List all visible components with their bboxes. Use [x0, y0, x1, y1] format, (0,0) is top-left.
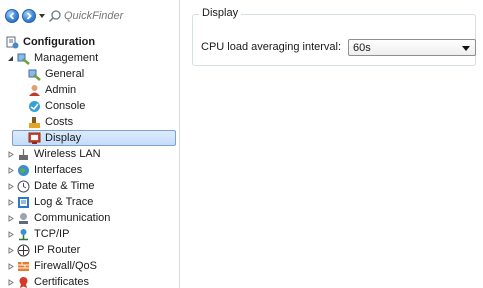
- expand-triangle-icon[interactable]: [6, 166, 14, 174]
- tree-item-label: Interfaces: [34, 164, 83, 176]
- tree-item-label: TCP/IP: [34, 228, 70, 240]
- tree-item-label: Configuration: [23, 36, 96, 48]
- general-icon: [28, 69, 41, 81]
- tree-item-wireless-lan[interactable]: Wireless LAN: [0, 146, 180, 162]
- tree-item-label: Wireless LAN: [34, 148, 101, 160]
- communication-icon: [19, 212, 28, 224]
- tree-item-display[interactable]: Display: [12, 130, 176, 146]
- tree-item-label: General: [45, 68, 85, 80]
- config-tree: Configuration Management General Admin C…: [0, 34, 180, 288]
- quickfinder-search[interactable]: [48, 7, 160, 25]
- log-icon: [18, 196, 29, 208]
- app-window: Configuration Management General: [0, 0, 483, 288]
- expand-triangle-icon[interactable]: [6, 198, 14, 206]
- back-arrow-icon: [9, 12, 15, 20]
- expand-triangle-icon[interactable]: [6, 230, 14, 238]
- tree-item-label: Admin: [45, 84, 77, 96]
- tree-item-label: Firewall/QoS: [34, 260, 97, 272]
- tree-item-certificates[interactable]: Certificates: [0, 274, 180, 288]
- expand-triangle-icon[interactable]: [6, 246, 14, 254]
- tree-item-admin[interactable]: Admin: [0, 82, 180, 98]
- tree-item-communication[interactable]: Communication: [0, 210, 180, 226]
- navigation-toolbar: [0, 0, 180, 30]
- tree-item-label: Management: [34, 52, 99, 64]
- tree-item-general[interactable]: General: [0, 66, 180, 82]
- tree-item-firewall-qos[interactable]: Firewall/QoS: [0, 258, 180, 274]
- display-groupbox: Display CPU load averaging interval: 60s: [192, 7, 476, 66]
- expand-triangle-icon[interactable]: [6, 262, 14, 270]
- quickfinder-input[interactable]: [64, 10, 154, 22]
- content-pane: Display CPU load averaging interval: 60s: [181, 0, 483, 288]
- collapse-triangle-icon[interactable]: [6, 54, 14, 62]
- tree-item-date-time[interactable]: Date & Time: [0, 178, 180, 194]
- console-icon: [29, 100, 40, 112]
- management-icon: [17, 53, 30, 65]
- forward-button[interactable]: [22, 9, 36, 23]
- tree-item-management[interactable]: Management: [0, 50, 180, 66]
- search-icon: [48, 10, 61, 23]
- navigation-pane: Configuration Management General: [0, 0, 180, 288]
- tree-item-label: Date & Time: [34, 180, 95, 192]
- select-value: 60s: [353, 41, 371, 54]
- clock-icon: [17, 180, 30, 192]
- tree-item-interfaces[interactable]: Interfaces: [0, 162, 180, 178]
- tree-item-label: IP Router: [34, 244, 81, 256]
- expand-triangle-icon[interactable]: [6, 278, 14, 286]
- firewall-icon: [18, 261, 29, 271]
- tree-item-log-trace[interactable]: Log & Trace: [0, 194, 180, 210]
- cpu-load-interval-label: CPU load averaging interval:: [201, 41, 342, 53]
- expand-triangle-icon[interactable]: [6, 214, 14, 222]
- back-button[interactable]: [5, 9, 19, 23]
- expand-triangle-icon[interactable]: [6, 150, 14, 158]
- tree-item-label: Communication: [34, 212, 111, 224]
- tree-item-label: Display: [45, 132, 82, 144]
- tree-item-label: Log & Trace: [34, 196, 94, 208]
- wireless-icon: [19, 148, 28, 160]
- tree-item-label: Console: [45, 100, 86, 112]
- certificate-icon: [19, 276, 28, 288]
- network-icon: [19, 228, 28, 240]
- router-icon: [17, 244, 30, 256]
- tree-item-costs[interactable]: Costs: [0, 114, 180, 130]
- expand-triangle-icon[interactable]: [6, 182, 14, 190]
- forward-arrow-icon: [26, 12, 32, 20]
- history-dropdown-button[interactable]: [39, 14, 45, 18]
- groupbox-title: Display: [199, 7, 242, 19]
- tree-item-ip-router[interactable]: IP Router: [0, 242, 180, 258]
- tree-item-label: Certificates: [34, 276, 90, 288]
- tree-item-tcp-ip[interactable]: TCP/IP: [0, 226, 180, 242]
- costs-icon: [29, 116, 40, 128]
- tree-item-label: Costs: [45, 116, 74, 128]
- admin-user-icon: [29, 84, 40, 96]
- display-icon: [28, 132, 41, 144]
- chevron-down-icon: [462, 46, 470, 51]
- tree-item-configuration[interactable]: Configuration: [0, 34, 180, 50]
- globe-icon: [18, 164, 29, 176]
- configuration-icon: [6, 36, 19, 48]
- cpu-load-interval-select[interactable]: 60s: [348, 39, 476, 56]
- tree-item-console[interactable]: Console: [0, 98, 180, 114]
